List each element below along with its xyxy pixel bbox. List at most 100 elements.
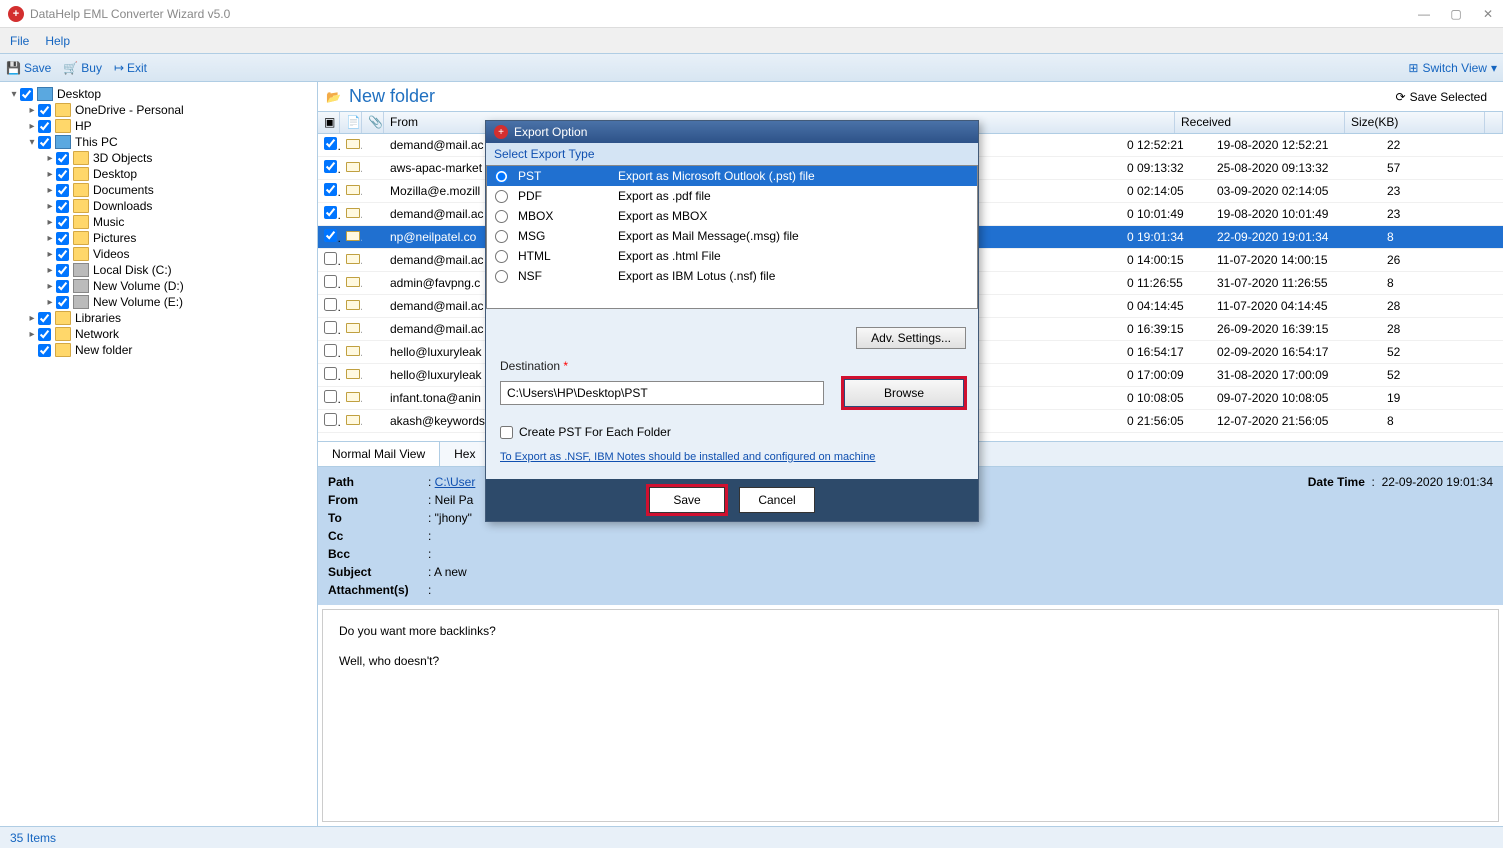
tree-item[interactable]: ▸Music — [0, 214, 317, 230]
tree-arrow[interactable]: ▸ — [26, 329, 38, 340]
col-checkbox[interactable]: ▣ — [318, 112, 340, 133]
tree-item[interactable]: ▸Desktop — [0, 166, 317, 182]
tree-checkbox[interactable] — [20, 88, 33, 101]
tree-item[interactable]: ▸Downloads — [0, 198, 317, 214]
minimize-button[interactable]: — — [1417, 7, 1431, 21]
tree-checkbox[interactable] — [38, 120, 51, 133]
row-checkbox[interactable] — [324, 344, 337, 357]
destination-input[interactable] — [500, 381, 824, 405]
tree-checkbox[interactable] — [56, 152, 69, 165]
toolbar-save[interactable]: 💾Save — [6, 61, 51, 75]
save-button[interactable]: Save — [649, 487, 725, 513]
tree-arrow[interactable]: ▸ — [44, 185, 56, 196]
export-radio[interactable] — [495, 170, 508, 183]
adv-settings-button[interactable]: Adv. Settings... — [856, 327, 966, 349]
tree-arrow[interactable]: ▾ — [26, 137, 38, 148]
tree-checkbox[interactable] — [56, 232, 69, 245]
row-checkbox[interactable] — [324, 206, 337, 219]
tree-item[interactable]: ▸Documents — [0, 182, 317, 198]
tree-item[interactable]: ▸3D Objects — [0, 150, 317, 166]
row-checkbox[interactable] — [324, 390, 337, 403]
export-option[interactable]: HTMLExport as .html File — [487, 246, 977, 266]
detail-path-value[interactable]: C:\User — [435, 475, 476, 489]
create-pst-checkbox[interactable]: Create PST For Each Folder — [500, 425, 964, 439]
export-radio[interactable] — [495, 250, 508, 263]
tree-item[interactable]: ▸New Volume (D:) — [0, 278, 317, 294]
row-checkbox[interactable] — [324, 298, 337, 311]
dialog-title-bar[interactable]: + Export Option — [486, 121, 978, 143]
tree-item[interactable]: ▸New Volume (E:) — [0, 294, 317, 310]
toolbar-exit[interactable]: ↦Exit — [114, 61, 147, 75]
export-radio[interactable] — [495, 270, 508, 283]
toolbar-buy[interactable]: 🛒Buy — [63, 61, 102, 75]
mail-body[interactable]: Do you want more backlinks? Well, who do… — [322, 609, 1499, 822]
tree-arrow[interactable]: ▸ — [44, 233, 56, 244]
tree-checkbox[interactable] — [38, 104, 51, 117]
tree-arrow[interactable]: ▸ — [44, 249, 56, 260]
tree-checkbox[interactable] — [56, 168, 69, 181]
export-type-list[interactable]: PSTExport as Microsoft Outlook (.pst) fi… — [486, 165, 978, 309]
row-checkbox[interactable] — [324, 252, 337, 265]
tree-arrow[interactable]: ▸ — [44, 153, 56, 164]
tree-item[interactable]: ▾This PC — [0, 134, 317, 150]
switch-view-button[interactable]: ⊞Switch View ▾ — [1408, 61, 1497, 75]
tree-item[interactable]: ▾Desktop — [0, 86, 317, 102]
save-selected-button[interactable]: ⟳Save Selected — [1388, 88, 1495, 106]
tree-arrow[interactable]: ▸ — [26, 105, 38, 116]
menu-help[interactable]: Help — [45, 34, 70, 48]
tree-checkbox[interactable] — [38, 136, 51, 149]
tree-item[interactable]: ▸Videos — [0, 246, 317, 262]
browse-button[interactable]: Browse — [844, 379, 964, 407]
tree-arrow[interactable]: ▸ — [44, 217, 56, 228]
row-checkbox[interactable] — [324, 160, 337, 173]
row-checkbox[interactable] — [324, 137, 337, 150]
tree-checkbox[interactable] — [56, 248, 69, 261]
col-size[interactable]: Size(KB) — [1345, 112, 1485, 133]
tree-arrow[interactable]: ▾ — [8, 89, 20, 100]
tree-arrow[interactable]: ▸ — [44, 201, 56, 212]
tree-arrow[interactable]: ▸ — [44, 297, 56, 308]
export-option[interactable]: PSTExport as Microsoft Outlook (.pst) fi… — [487, 166, 977, 186]
row-checkbox[interactable] — [324, 183, 337, 196]
tree-item[interactable]: ▸Network — [0, 326, 317, 342]
tree-checkbox[interactable] — [56, 200, 69, 213]
tree-arrow[interactable]: ▸ — [26, 313, 38, 324]
cancel-button[interactable]: Cancel — [739, 487, 815, 513]
close-button[interactable]: ✕ — [1481, 7, 1495, 21]
tree-checkbox[interactable] — [56, 264, 69, 277]
tree-checkbox[interactable] — [56, 296, 69, 309]
nsf-note-link[interactable]: To Export as .NSF, IBM Notes should be i… — [500, 451, 875, 463]
tab-hex-view[interactable]: Hex — [440, 442, 490, 466]
tree-item[interactable]: ▸HP — [0, 118, 317, 134]
tab-normal-view[interactable]: Normal Mail View — [318, 442, 440, 466]
menu-file[interactable]: File — [10, 34, 29, 48]
export-radio[interactable] — [495, 190, 508, 203]
tree-checkbox[interactable] — [38, 328, 51, 341]
export-option[interactable]: MSGExport as Mail Message(.msg) file — [487, 226, 977, 246]
tree-checkbox[interactable] — [56, 184, 69, 197]
export-option[interactable]: NSFExport as IBM Lotus (.nsf) file — [487, 266, 977, 286]
export-option[interactable]: MBOXExport as MBOX — [487, 206, 977, 226]
export-radio[interactable] — [495, 230, 508, 243]
tree-item[interactable]: ▸Local Disk (C:) — [0, 262, 317, 278]
maximize-button[interactable]: ▢ — [1449, 7, 1463, 21]
row-checkbox[interactable] — [324, 367, 337, 380]
row-checkbox[interactable] — [324, 413, 337, 426]
row-checkbox[interactable] — [324, 229, 337, 242]
row-checkbox[interactable] — [324, 321, 337, 334]
folder-tree[interactable]: ▾Desktop▸OneDrive - Personal▸HP▾This PC▸… — [0, 82, 318, 826]
tree-item[interactable]: New folder — [0, 342, 317, 358]
tree-checkbox[interactable] — [56, 280, 69, 293]
tree-checkbox[interactable] — [38, 312, 51, 325]
tree-arrow[interactable]: ▸ — [44, 265, 56, 276]
tree-item[interactable]: ▸OneDrive - Personal — [0, 102, 317, 118]
tree-arrow[interactable]: ▸ — [26, 121, 38, 132]
tree-arrow[interactable]: ▸ — [44, 281, 56, 292]
row-checkbox[interactable] — [324, 275, 337, 288]
tree-arrow[interactable]: ▸ — [44, 169, 56, 180]
tree-item[interactable]: ▸Pictures — [0, 230, 317, 246]
tree-checkbox[interactable] — [56, 216, 69, 229]
tree-checkbox[interactable] — [38, 344, 51, 357]
tree-item[interactable]: ▸Libraries — [0, 310, 317, 326]
export-option[interactable]: PDFExport as .pdf file — [487, 186, 977, 206]
